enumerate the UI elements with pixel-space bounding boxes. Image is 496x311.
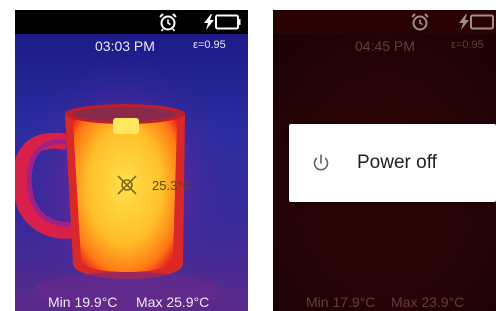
emissivity-readout: ε=0.95: [193, 39, 226, 51]
min-temperature: Min 17.9°C: [306, 294, 376, 310]
time-readout: 03:03 PM: [95, 38, 155, 54]
charging-battery-icon: [204, 14, 241, 30]
status-bar: [273, 10, 496, 34]
max-temperature: Max 25.9°C: [136, 294, 210, 310]
power-off-button[interactable]: Power off: [289, 124, 496, 202]
alarm-icon: [159, 13, 177, 32]
thermal-screen-right: 04:45 PM ε=0.95 Min 17.9°C Max 23.9°C Po…: [273, 10, 496, 311]
max-temperature: Max 23.9°C: [391, 294, 465, 310]
thermal-mug-image: [15, 34, 248, 311]
min-temperature: Min 19.9°C: [48, 294, 118, 310]
power-off-label: Power off: [357, 152, 437, 173]
charging-battery-icon: [459, 14, 494, 30]
power-icon: [313, 154, 329, 171]
emissivity-readout: ε=0.95: [451, 39, 484, 51]
thermal-screen-left: 03:03 PM ε=0.95 25.3°C Min 19.9°C Max 25…: [15, 10, 248, 311]
alarm-icon: [411, 13, 429, 31]
thermal-image: 03:03 PM ε=0.95 25.3°C Min 19.9°C Max 25…: [15, 34, 248, 311]
time-readout: 04:45 PM: [355, 38, 415, 54]
spot-temperature: 25.3°C: [152, 178, 192, 193]
status-bar: [15, 10, 248, 34]
